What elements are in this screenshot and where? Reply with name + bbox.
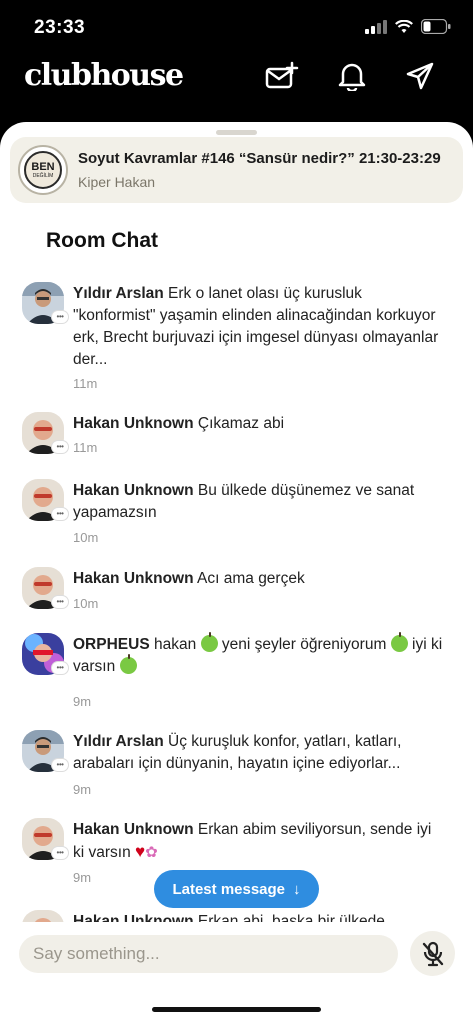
app-logo: clubhouse [24,58,184,93]
latest-message-button[interactable]: Latest message ↓ [154,870,319,908]
app-header: clubhouse [0,56,473,124]
wifi-icon [395,19,413,33]
bell-icon [338,63,366,91]
message-composer[interactable] [19,935,398,973]
chat-message: ••• Hakan Unknown Acı ama gerçek 10m [22,567,452,617]
battery-icon [421,19,451,34]
message-author[interactable]: Hakan Unknown [73,821,194,838]
room-avatar-text: BEN [31,160,55,173]
reaction-dots-icon[interactable]: ••• [51,758,69,772]
chat-message: ••• Yıldır Arslan Erk o lanet olası üç k… [22,282,452,392]
message-author[interactable]: Hakan Unknown [73,570,194,587]
green-apple-icon [390,632,408,652]
message-time: 10m [73,530,99,545]
message-text: Acı ama gerçek [197,570,305,587]
green-apple-icon [200,632,218,652]
chat-message: ••• Hakan Unknown Çıkamaz abi 11m [22,412,452,462]
reaction-dots-icon[interactable]: ••• [51,310,69,324]
message-author[interactable]: Yıldır Arslan [73,285,164,302]
latest-message-label: Latest message [172,880,286,898]
message-text: Erkan abi, başka bir ülkede [197,913,385,922]
chat-message: ••• Hakan Unknown Bu ülkede düşünemez ve… [22,479,452,549]
room-title: Soyut Kavramlar #146 “Sansür nedir?” 21:… [78,150,441,167]
message-time: 9m [73,870,92,885]
chat-message: Hakan Unknown Erkan abi, başka bir ülked… [22,910,452,922]
hakan-avatar[interactable] [22,910,64,922]
message-author[interactable]: Hakan Unknown [73,482,194,499]
message-author[interactable]: Hakan Unknown [73,913,194,922]
message-time: 10m [73,596,99,611]
message-author[interactable]: ORPHEUS [73,636,150,653]
reaction-dots-icon[interactable]: ••• [51,440,69,454]
arrow-down-icon: ↓ [293,880,301,898]
bouquet-icon: ✿ [145,844,158,861]
paper-plane-icon [406,62,434,90]
invite-button[interactable] [264,58,300,94]
message-time: 11m [73,440,98,455]
sheet-grabber[interactable] [216,130,257,135]
chat-message: ••• Yıldır Arslan Üç kuruşluk konfor, ya… [22,730,452,800]
room-avatar-subtext: DEĞİLİM [32,172,54,179]
status-bar: 23:33 [0,0,473,56]
signal-icon [365,19,387,34]
mic-button[interactable] [410,931,455,976]
room-chat-sheet: BEN DEĞİLİM Soyut Kavramlar #146 “Sansür… [0,122,473,1024]
message-author[interactable]: Hakan Unknown [73,415,194,432]
envelope-plus-icon [265,61,299,89]
share-button[interactable] [402,58,438,94]
room-card[interactable]: BEN DEĞİLİM Soyut Kavramlar #146 “Sansür… [10,137,463,203]
message-time: 9m [73,782,92,797]
message-input[interactable] [19,935,398,973]
notifications-button[interactable] [334,58,370,94]
message-text-part: hakan [153,636,197,653]
heart-icon: ♥ [135,842,146,861]
mic-off-icon [422,941,443,966]
reaction-dots-icon[interactable]: ••• [51,661,69,675]
room-avatar: BEN DEĞİLİM [18,145,68,195]
reaction-dots-icon[interactable]: ••• [51,595,69,609]
message-author[interactable]: Yıldır Arslan [73,733,164,750]
status-icons [365,19,451,34]
chat-title: Room Chat [46,229,158,252]
message-list[interactable]: ••• Yıldır Arslan Erk o lanet olası üç k… [0,282,473,922]
room-host: Kiper Hakan [78,174,156,190]
status-time: 23:33 [34,17,86,38]
message-time: 9m [73,694,92,709]
chat-message: ••• ORPHEUS hakan yeni şeyler öğreniyoru… [22,632,452,709]
message-time: 11m [73,376,98,391]
reaction-dots-icon[interactable]: ••• [51,846,69,860]
green-apple-icon [119,654,137,674]
home-indicator[interactable] [152,1007,321,1012]
message-text-part: yeni şeyler öğreniyorum [221,636,387,653]
reaction-dots-icon[interactable]: ••• [51,507,69,521]
message-text: Çıkamaz abi [197,415,285,432]
